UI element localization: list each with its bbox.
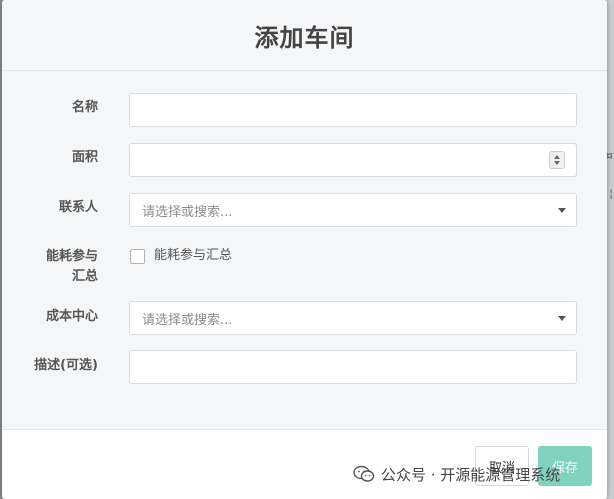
watermark: 公众号 · 开源能源管理系统: [353, 462, 560, 486]
backdrop-glyph: ¤: [606, 149, 613, 162]
energy-label: 能耗参与 汇总: [8, 247, 98, 287]
energy-label-line1: 能耗参与: [45, 249, 98, 264]
spin-up-icon[interactable]: [554, 155, 560, 159]
number-spinner[interactable]: [549, 151, 565, 169]
spin-down-icon[interactable]: [554, 161, 560, 165]
add-workshop-dialog: 添加车间 名称 面积 联系人 请选择或搜索... 能耗参与 汇总 能耗参与汇总 …: [2, 0, 607, 499]
area-number-input[interactable]: [129, 143, 577, 177]
description-label: 描述(可选): [34, 358, 98, 373]
chevron-down-icon: [558, 208, 566, 213]
cost-center-label: 成本中心: [45, 309, 98, 324]
energy-checkbox-label[interactable]: 能耗参与汇总: [154, 247, 232, 265]
dialog-title: 添加车间: [254, 23, 355, 52]
dialog-body: 名称 面积 联系人 请选择或搜索... 能耗参与 汇总 能耗参与汇总 成本中心 …: [2, 71, 607, 429]
contact-label: 联系人: [58, 200, 98, 215]
watermark-text: 公众号 · 开源能源管理系统: [381, 465, 561, 484]
cost-center-select[interactable]: 请选择或搜索...: [129, 301, 577, 335]
area-label: 面积: [71, 150, 98, 165]
description-input[interactable]: [129, 350, 577, 384]
cost-center-placeholder: 请选择或搜索...: [142, 313, 233, 328]
wechat-icon: [353, 465, 375, 482]
energy-label-line2: 汇总: [71, 269, 98, 284]
name-label: 名称: [71, 100, 98, 115]
contact-select[interactable]: 请选择或搜索...: [129, 193, 577, 227]
name-input[interactable]: [129, 93, 577, 127]
chevron-down-icon: [558, 316, 566, 321]
dialog-header: 添加车间: [2, 0, 607, 71]
contact-placeholder: 请选择或搜索...: [142, 205, 233, 220]
energy-checkbox[interactable]: [130, 249, 145, 264]
backdrop-glyph: ¦: [609, 187, 613, 200]
